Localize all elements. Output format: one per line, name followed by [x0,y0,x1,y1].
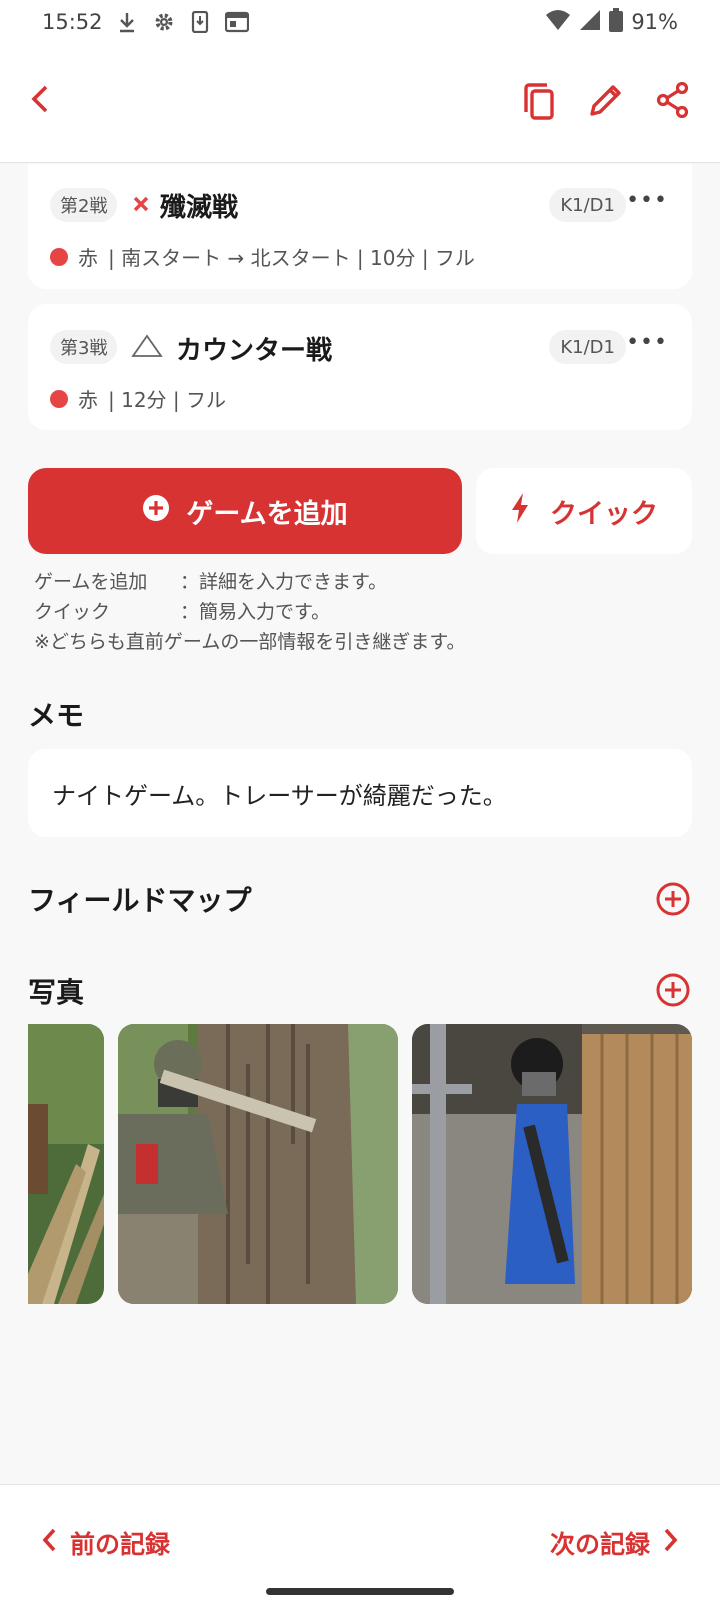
team-color-dot [50,247,68,266]
download-icon [117,11,137,33]
photo-thumbnail[interactable] [118,1024,398,1304]
wifi-icon [545,9,571,36]
photo-thumbnail[interactable] [28,1024,104,1304]
battery-icon [609,7,624,37]
game-meta: 赤 | 12分 | フル [50,384,226,413]
calendar-icon [224,11,249,33]
field-map-heading: フィールドマップ [28,884,252,917]
home-indicator[interactable] [266,1588,454,1595]
add-game-button[interactable]: ゲームを追加 [28,468,462,554]
game-card[interactable]: 第2戦 殲滅戦 K1/D1 ••• 赤 | 南スタート → 北スタート | 10… [28,164,692,289]
game-name: カウンター戦 [176,336,333,366]
game-meta: 赤 | 南スタート → 北スタート | 10分 | フル [50,242,475,271]
signal-icon [579,9,601,36]
more-options-icon[interactable]: ••• [626,188,668,213]
install-icon [191,11,209,33]
game-card[interactable]: 第3戦 カウンター戦 K1/D1 ••• 赤 | 12分 | フル [28,304,692,430]
chevron-left-icon [40,1527,58,1559]
chevron-left-icon[interactable] [26,82,54,120]
more-options-icon[interactable]: ••• [626,330,668,355]
team-color-dot [50,389,68,408]
pencil-icon[interactable] [588,82,624,122]
game-name: 殲滅戦 [160,193,239,223]
settings-gear-icon [153,11,175,33]
memo-card[interactable]: ナイトゲーム。トレーサーが綺麗だった。 [28,749,692,837]
team-label: 赤 [78,388,98,412]
photos-heading: 写真 [28,976,85,1009]
team-label: 赤 [78,246,98,270]
lightning-icon [510,492,530,531]
help-value: ：詳細を入力できます。 [180,571,388,593]
kill-death-tag: K1/D1 [549,330,626,364]
chevron-right-icon [662,1527,680,1559]
add-photo-icon[interactable] [656,973,690,1011]
copy-icon[interactable] [520,82,556,126]
plus-circle-icon [142,494,170,529]
game-number-badge: 第2戦 [50,188,118,222]
quick-button[interactable]: クイック [476,468,692,554]
next-record-link[interactable]: 次の記録 [550,1525,680,1561]
add-game-label: ゲームを追加 [186,498,348,530]
battery-level: 91% [631,10,678,34]
quick-label: クイック [550,498,658,530]
cross-icon [132,195,150,217]
game-number-badge: 第3戦 [50,330,118,364]
status-bar: 15:52 91% [0,0,720,44]
status-time: 15:52 [42,10,103,34]
help-key: クイック [34,601,111,623]
help-text: ゲームを追加 ：詳細を入力できます。 クイック ：簡易入力です。 ※どちらも直前ゲー… [34,567,465,657]
kill-death-tag: K1/D1 [549,188,626,222]
help-note: ※どちらも直前ゲームの一部情報を引き継ぎます。 [34,631,466,653]
photo-thumbnail[interactable] [412,1024,692,1304]
game-details: | 12分 | フル [108,388,226,412]
share-icon[interactable] [656,81,690,122]
next-record-label: 次の記録 [549,1530,650,1559]
game-details: | 南スタート → 北スタート | 10分 | フル [108,246,475,270]
triangle-icon [131,334,163,362]
help-value: ：簡易入力です。 [180,601,331,623]
add-field-map-icon[interactable] [656,882,690,920]
previous-record-link[interactable]: 前の記録 [40,1525,170,1561]
help-key: ゲームを追加 [34,571,148,593]
previous-record-label: 前の記録 [70,1530,171,1559]
memo-heading: メモ [28,699,85,732]
app-bar [0,44,720,163]
